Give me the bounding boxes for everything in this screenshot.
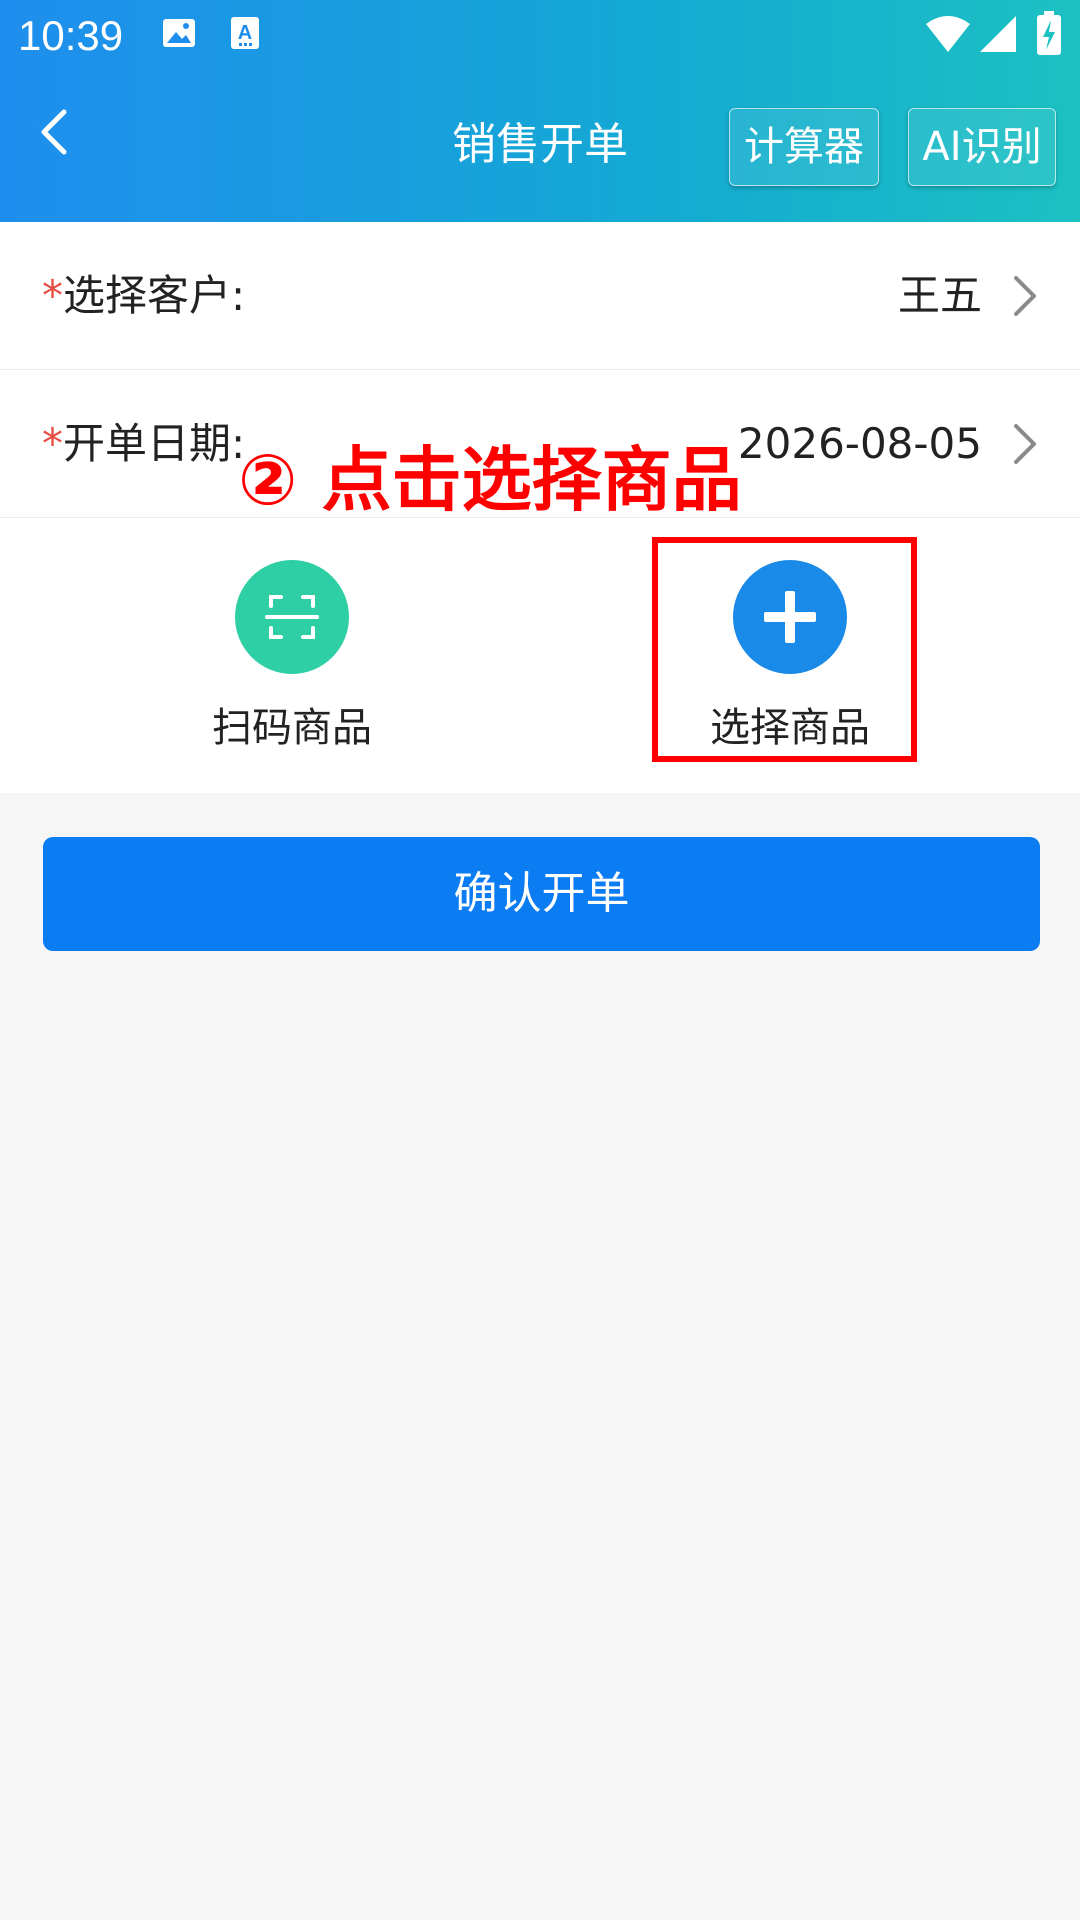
customer-row[interactable]: *选择客户: 王五 xyxy=(0,222,1080,370)
date-label: 开单日期: xyxy=(63,419,246,468)
image-icon xyxy=(160,14,198,56)
required-mark: * xyxy=(42,271,63,320)
confirm-order-button[interactable]: 确认开单 xyxy=(43,837,1040,951)
chevron-right-icon xyxy=(1014,276,1036,316)
date-label-group: *开单日期: xyxy=(42,414,245,474)
signal-icon xyxy=(978,14,1018,58)
calculator-button[interactable]: 计算器 xyxy=(729,108,879,186)
back-button[interactable] xyxy=(22,100,86,164)
svg-text:A: A xyxy=(238,22,252,44)
scan-product-label: 扫码商品 xyxy=(212,705,372,751)
page-title: 销售开单 xyxy=(452,119,628,170)
battery-charging-icon xyxy=(1036,10,1062,60)
customer-label: 选择客户: xyxy=(63,271,246,320)
customer-value: 王五 xyxy=(897,271,982,320)
product-actions: 扫码商品 选择商品 xyxy=(0,518,1080,793)
chevron-left-icon xyxy=(41,109,67,155)
annotation-text: ② 点击选择商品 xyxy=(238,439,742,521)
wifi-icon xyxy=(924,14,972,58)
status-time: 10:39 xyxy=(18,12,124,59)
ai-recognition-button[interactable]: AI识别 xyxy=(908,108,1056,186)
customer-label-group: *选择客户: xyxy=(42,266,245,326)
required-mark: * xyxy=(42,419,63,468)
scan-product-button[interactable]: 扫码商品 xyxy=(162,560,422,770)
nav-bar: 销售开单 计算器 AI识别 xyxy=(0,72,1080,222)
date-value: 2026-08-05 xyxy=(737,419,982,468)
app-header: 10:39 A 销售开单 计算器 AI识别 xyxy=(0,0,1080,222)
scan-icon xyxy=(235,560,349,674)
text-a-icon: A xyxy=(229,14,263,56)
annotation-highlight-box xyxy=(652,537,917,762)
chevron-right-icon xyxy=(1014,424,1036,464)
status-bar: 10:39 A xyxy=(0,0,1080,72)
